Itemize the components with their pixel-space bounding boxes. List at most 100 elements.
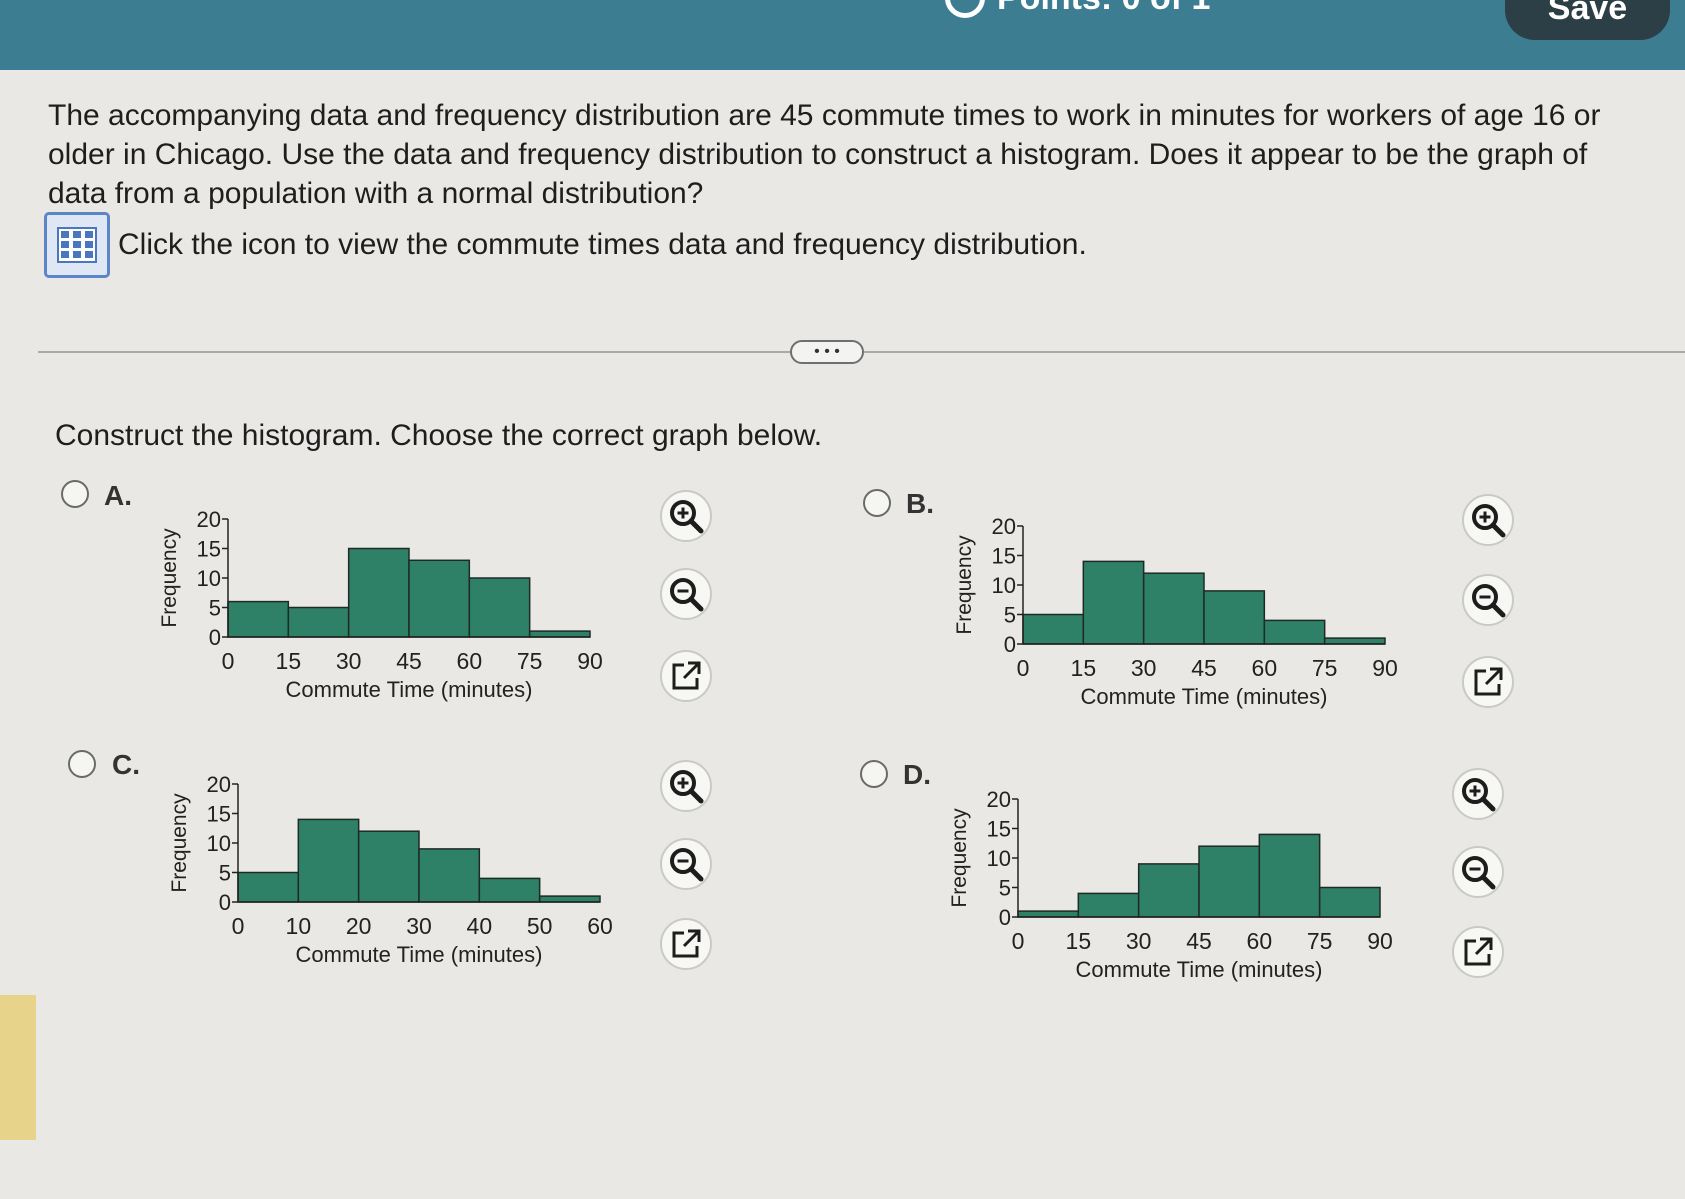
- histogram-bar: [478, 877, 541, 903]
- question-text: The accompanying data and frequency dist…: [48, 99, 1601, 210]
- histogram-bar: [1198, 845, 1261, 918]
- x-tick-label: 45: [396, 648, 422, 674]
- y-tick-label: 10: [207, 831, 231, 856]
- external-link-icon: [1461, 935, 1495, 969]
- external-link-icon: [669, 927, 703, 961]
- histogram-bar: [287, 606, 350, 638]
- x-tick-label: 30: [1126, 928, 1152, 954]
- x-tick-label: 90: [1367, 928, 1393, 954]
- x-axis-label: Commute Time (minutes): [1081, 684, 1328, 709]
- option-c-zoom-out-button[interactable]: [660, 838, 712, 890]
- x-tick-label: 75: [1312, 655, 1338, 681]
- option-d-popout-button[interactable]: [1452, 926, 1504, 978]
- data-link-text[interactable]: Click the icon to view the commute times…: [118, 228, 1087, 262]
- y-axis-label: Frequency: [168, 793, 191, 893]
- zoom-in-icon: [667, 767, 705, 805]
- histogram-option-c: 0 5 10 15 20 0 10 20 30 40 50 60 Commute Time (minut…: [168, 772, 613, 967]
- x-tick-label: 60: [587, 913, 613, 939]
- option-d-radio[interactable]: [860, 760, 888, 788]
- y-tick-label: 10: [987, 846, 1011, 871]
- x-tick-label: 60: [1252, 655, 1278, 681]
- x-axis-label: Commute Time (minutes): [296, 942, 543, 967]
- y-tick-label: 20: [987, 787, 1011, 812]
- option-a-zoom-in-button[interactable]: [660, 490, 712, 542]
- option-a-popout-button[interactable]: [660, 650, 712, 702]
- x-tick-label: 30: [1131, 655, 1157, 681]
- option-b-label[interactable]: B.: [906, 488, 934, 520]
- option-b-zoom-out-button[interactable]: [1462, 574, 1514, 626]
- y-axis-label: Frequency: [948, 808, 971, 908]
- option-c-popout-button[interactable]: [660, 918, 712, 970]
- option-c-label[interactable]: C.: [112, 749, 140, 781]
- option-d-label[interactable]: D.: [903, 759, 931, 791]
- external-link-icon: [1471, 665, 1505, 699]
- save-button[interactable]: Save: [1505, 0, 1670, 40]
- option-b-popout-button[interactable]: [1462, 656, 1514, 708]
- points-text: Points: 0 of 1: [997, 0, 1210, 18]
- x-tick-label: 15: [1066, 928, 1092, 954]
- zoom-in-icon: [1469, 501, 1507, 539]
- option-d-zoom-out-button[interactable]: [1452, 846, 1504, 898]
- y-tick-label: 20: [197, 507, 221, 532]
- histogram-option-a: 0 5 10 15 20 0 15 30 45 60 75 90 Commute Time (minut…: [158, 507, 603, 702]
- x-axis-label: Commute Time (minutes): [286, 677, 533, 702]
- histogram-bar: [1258, 833, 1321, 918]
- x-tick-label: 10: [286, 913, 312, 939]
- histogram-bar: [1082, 560, 1145, 645]
- histogram-bar: [1022, 613, 1085, 645]
- option-d-zoom-in-button[interactable]: [1452, 768, 1504, 820]
- histogram-bar: [227, 600, 290, 638]
- more-button[interactable]: • • •: [790, 340, 864, 364]
- option-a-zoom-out-button[interactable]: [660, 568, 712, 620]
- x-tick-label: 15: [276, 648, 302, 674]
- x-tick-label: 30: [336, 648, 362, 674]
- y-tick-label: 20: [207, 772, 231, 797]
- histogram-bar: [1323, 637, 1386, 645]
- x-tick-label: 90: [577, 648, 603, 674]
- y-axis-label: Frequency: [953, 535, 976, 635]
- histogram-bar: [418, 848, 481, 903]
- option-c-zoom-in-button[interactable]: [660, 760, 712, 812]
- external-link-icon: [669, 659, 703, 693]
- x-tick-label: 50: [527, 913, 553, 939]
- y-tick-label: 0: [1004, 632, 1016, 657]
- y-tick-label: 5: [1004, 603, 1016, 628]
- histogram-bar: [1137, 863, 1200, 918]
- x-tick-label: 0: [1012, 928, 1025, 954]
- x-tick-label: 45: [1186, 928, 1212, 954]
- x-tick-label: 75: [1307, 928, 1333, 954]
- option-b-zoom-in-button[interactable]: [1462, 494, 1514, 546]
- y-tick-label: 20: [992, 514, 1016, 539]
- histogram-bar: [528, 630, 591, 638]
- x-tick-label: 60: [457, 648, 483, 674]
- y-tick-label: 0: [219, 890, 231, 915]
- y-tick-label: 10: [992, 573, 1016, 598]
- table-grid-icon[interactable]: [44, 212, 110, 278]
- zoom-out-icon: [667, 575, 705, 613]
- x-tick-label: 0: [232, 913, 245, 939]
- y-tick-label: 0: [209, 625, 221, 650]
- progress-circle-icon: [945, 0, 985, 18]
- x-tick-label: 90: [1372, 655, 1398, 681]
- side-highlight: [0, 995, 36, 1140]
- y-axis-label: Frequency: [158, 528, 181, 628]
- histogram-bar: [297, 818, 360, 903]
- option-b-radio[interactable]: [863, 489, 891, 517]
- histogram-bar: [1077, 892, 1140, 918]
- histogram-bar: [1142, 572, 1205, 645]
- y-tick-label: 15: [987, 817, 1011, 842]
- option-c-radio[interactable]: [68, 750, 96, 778]
- option-a-radio[interactable]: [61, 480, 89, 508]
- x-tick-label: 20: [346, 913, 372, 939]
- x-tick-label: 0: [1017, 655, 1030, 681]
- x-tick-label: 75: [517, 648, 543, 674]
- y-tick-label: 15: [992, 544, 1016, 569]
- y-tick-label: 5: [219, 861, 231, 886]
- zoom-out-icon: [1459, 853, 1497, 891]
- x-tick-label: 60: [1247, 928, 1273, 954]
- option-a-label[interactable]: A.: [104, 480, 132, 512]
- x-tick-label: 40: [467, 913, 493, 939]
- zoom-out-icon: [667, 845, 705, 883]
- y-tick-label: 15: [207, 802, 231, 827]
- histogram-option-d: 0 5 10 15 20 0 15 30 45 60 75 90 Commute Time (minut…: [948, 787, 1393, 982]
